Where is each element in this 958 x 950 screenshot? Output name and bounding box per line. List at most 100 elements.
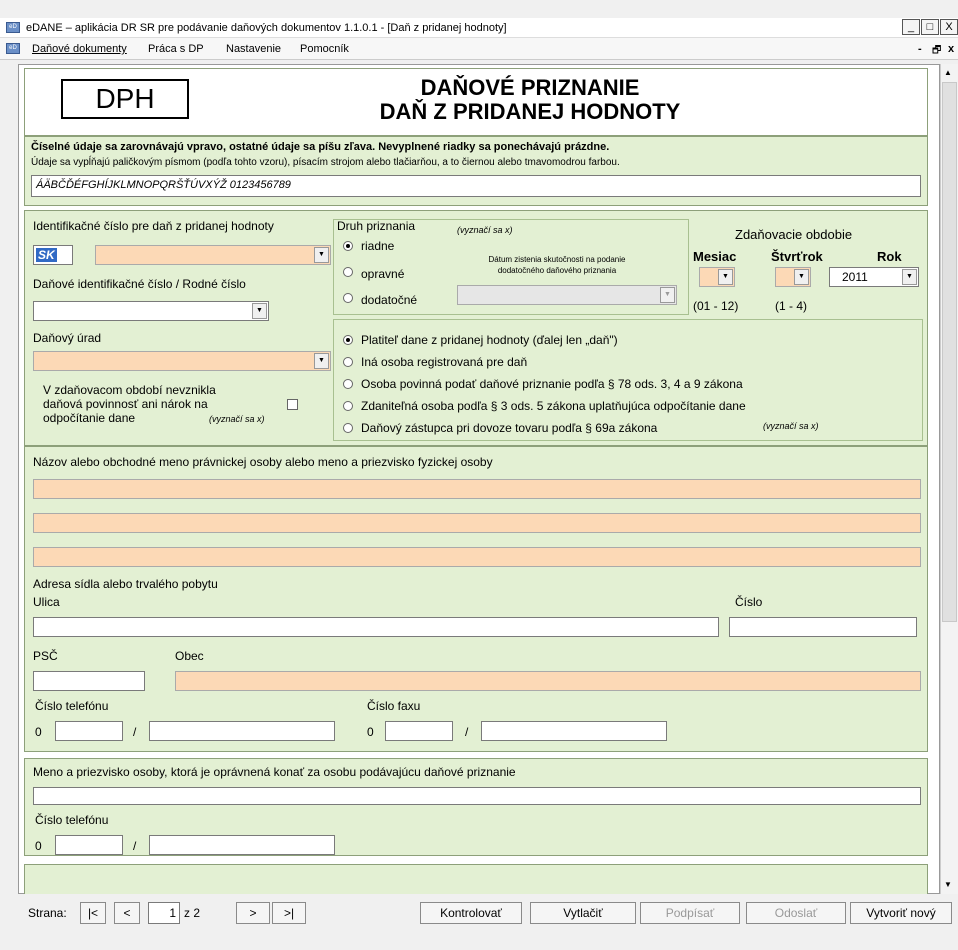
podpisat-button[interactable]: Podpísať [640, 902, 740, 924]
platitel-radio-4[interactable] [343, 401, 353, 411]
chevron-down-icon[interactable]: ▼ [314, 247, 329, 263]
doc-icon: eD [6, 43, 20, 54]
mesiac-dropdown[interactable]: ▼ [699, 267, 735, 287]
dic-label: Daňové identifikačné číslo / Rodné číslo [33, 277, 246, 291]
ulica-input[interactable] [33, 617, 719, 637]
page-input[interactable]: 1 [148, 902, 180, 924]
menu-danove-dokumenty[interactable]: Daňové dokumenty [32, 43, 127, 55]
datum-label-2: dodatočného daňového priznania [497, 266, 617, 275]
menu-praca-s-dp[interactable]: Práca s DP [148, 43, 204, 55]
sk-field[interactable]: SK [33, 245, 73, 265]
instructions-line1: Číselné údaje sa zarovnávajú vpravo, ost… [31, 141, 610, 153]
druh-label: Druh priznania [337, 219, 416, 233]
mdi-restore-button[interactable]: 🗗 [932, 43, 941, 60]
menu-pomocnik[interactable]: Pomocník [300, 43, 349, 55]
nazov-field-3[interactable] [33, 547, 921, 567]
nevznikla-checkbox[interactable] [287, 399, 298, 410]
platitel-radio-5[interactable] [343, 423, 353, 433]
first-page-button[interactable]: |< [80, 902, 106, 924]
fax-number-input[interactable] [481, 721, 667, 741]
window-title: eDANE – aplikácia DR SR pre podávanie da… [26, 22, 507, 34]
osoba-input[interactable] [33, 787, 921, 805]
ic-dph-label: Identifikačné číslo pre daň z pridanej h… [33, 219, 274, 233]
opravne-radio[interactable] [343, 267, 353, 277]
strana-label: Strana: [28, 906, 67, 920]
authorized-person-section: Meno a priezvisko osoby, ktorá je oprávn… [24, 758, 928, 856]
dph-box: DPH [61, 79, 189, 119]
osoba-telefon-prefix: 0 [35, 839, 42, 853]
platitel-label-2: Iná osoba registrovaná pre daň [361, 355, 528, 369]
prev-page-button[interactable]: < [114, 902, 140, 924]
platitel-radio-1[interactable] [343, 335, 353, 345]
stvrtrok-dropdown[interactable]: ▼ [775, 267, 811, 287]
scroll-thumb[interactable] [942, 82, 957, 622]
opravne-label: opravné [361, 267, 405, 281]
title-bar: eD eDANE – aplikácia DR SR pre podávanie… [0, 18, 958, 38]
page-of: z 2 [184, 906, 201, 920]
chevron-down-icon[interactable]: ▼ [252, 303, 267, 319]
next-page-button[interactable]: > [236, 902, 270, 924]
form-title: DAŇOVÉ PRIZNANIE [420, 75, 640, 100]
riadne-label: riadne [361, 239, 395, 253]
platitel-radio-2[interactable] [343, 357, 353, 367]
fax-area-input[interactable] [385, 721, 453, 741]
vytvorit-novy-button[interactable]: Vytvoriť nový [850, 902, 952, 924]
psc-label: PSČ [33, 649, 58, 663]
ic-dph-dropdown[interactable]: ▼ [95, 245, 331, 265]
adresa-label: Adresa sídla alebo trvalého pobytu [33, 577, 218, 591]
rok-value: 2011 [842, 270, 868, 284]
obec-input[interactable] [175, 671, 921, 691]
chevron-down-icon[interactable]: ▼ [660, 287, 675, 303]
nazov-field-1[interactable] [33, 479, 921, 499]
fax-slash: / [465, 725, 469, 739]
cislo-input[interactable] [729, 617, 917, 637]
kontrolovat-button[interactable]: Kontrolovať [420, 902, 522, 924]
riadne-radio[interactable] [343, 241, 353, 251]
telefon-label: Číslo telefónu [35, 699, 109, 713]
osoba-telefon-number-input[interactable] [149, 835, 335, 855]
identification-section: Identifikačné číslo pre daň z pridanej h… [24, 210, 928, 446]
scroll-up-icon[interactable]: ▲ [944, 68, 952, 77]
dic-dropdown[interactable]: ▼ [33, 301, 269, 321]
vytlacit-button[interactable]: Vytlačiť [530, 902, 636, 924]
telefon-number-input[interactable] [149, 721, 335, 741]
nazov-field-2[interactable] [33, 513, 921, 533]
stvrtrok-label: Štvrťrok [771, 249, 823, 264]
obdobie-label: Zdaňovacie obdobie [735, 227, 853, 242]
platitel-label-4: Zdaniteľná osoba podľa § 3 ods. 5 zákona… [361, 399, 746, 413]
chevron-down-icon[interactable]: ▼ [314, 353, 329, 369]
menu-nastavenie[interactable]: Nastavenie [226, 43, 281, 55]
datum-dropdown[interactable]: ▼ [457, 285, 677, 305]
minimize-button[interactable]: _ [902, 19, 920, 35]
chevron-down-icon[interactable]: ▼ [718, 269, 733, 285]
vertical-scrollbar[interactable]: ▲ ▼ [940, 64, 958, 894]
chevron-down-icon[interactable]: ▼ [794, 269, 809, 285]
scroll-down-icon[interactable]: ▼ [944, 880, 952, 889]
mdi-close-button[interactable]: x [948, 43, 954, 55]
sample-text: ÁÄBČĎÉFGHÍJKLMNOPQRŠŤÚVXÝŽ 0123456789 [36, 179, 291, 191]
dodatocne-radio[interactable] [343, 293, 353, 303]
mesiac-range: (01 - 12) [693, 299, 739, 313]
urad-dropdown[interactable]: ▼ [33, 351, 331, 371]
fax-prefix: 0 [367, 725, 374, 739]
rok-dropdown[interactable]: 2011 ▼ [829, 267, 919, 287]
mesiac-label: Mesiac [693, 249, 737, 264]
close-button[interactable]: X [940, 19, 958, 35]
stvrtrok-range: (1 - 4) [775, 299, 808, 313]
telefon-area-input[interactable] [55, 721, 123, 741]
next-section-partial [24, 864, 928, 894]
maximize-button[interactable]: □ [921, 19, 939, 35]
platitel-label-5: Daňový zástupca pri dovoze tovaru podľa … [361, 421, 658, 435]
psc-input[interactable] [33, 671, 145, 691]
druh-vyznaci: (vyznačí sa x) [457, 225, 513, 235]
nevznikla-label-1: V zdaňovacom období nevznikla [43, 383, 216, 397]
platitel-radio-3[interactable] [343, 379, 353, 389]
fax-label: Číslo faxu [367, 699, 421, 713]
chevron-down-icon[interactable]: ▼ [902, 269, 917, 285]
platitel-vyznaci: (vyznačí sa x) [763, 421, 819, 431]
form-header: DPH DAŇOVÉ PRIZNANIE DAŇ Z PRIDANEJ HODN… [24, 68, 928, 136]
mdi-minimize-button[interactable]: - [918, 43, 922, 55]
last-page-button[interactable]: >| [272, 902, 306, 924]
odoslat-button[interactable]: Odoslať [746, 902, 846, 924]
osoba-telefon-area-input[interactable] [55, 835, 123, 855]
